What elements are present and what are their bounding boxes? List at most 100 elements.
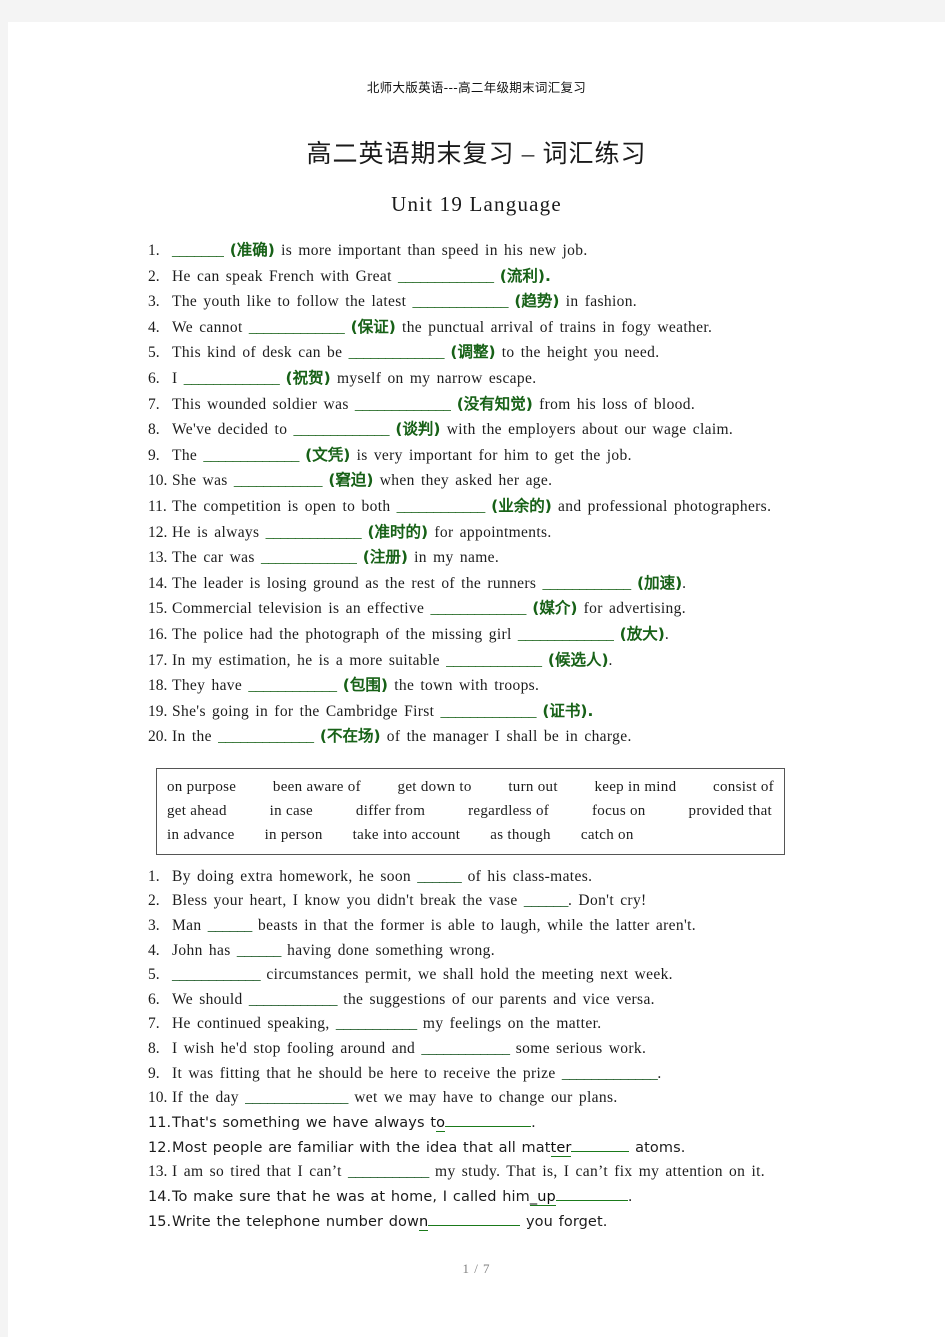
answer-blank[interactable]: _____________ <box>218 728 314 745</box>
item-text: We should ____________ the suggestions o… <box>172 988 921 1013</box>
answer-blank[interactable]: ___________ <box>348 1163 429 1180</box>
phrase-bank-item[interactable]: focus on <box>592 799 646 823</box>
answer-blank[interactable]: _______ <box>172 242 224 259</box>
sentence-prefix: We cannot <box>172 318 249 336</box>
phrase-bank-item[interactable]: in person <box>265 823 323 847</box>
phrase-bank-item[interactable]: differ from <box>356 799 425 823</box>
answer-underlined-text[interactable]: n <box>418 1213 429 1231</box>
exercise-row: 9. The _____________ (文凭) is very importa… <box>148 443 921 469</box>
sentence-prefix: To make sure that he was at home, I call… <box>172 1189 530 1205</box>
answer-blank[interactable]: ______ <box>237 942 282 959</box>
sentence-suffix: . Don't cry! <box>567 892 647 910</box>
phrase-bank-item[interactable]: take into account <box>353 823 461 847</box>
exercise-row: 10. If the day ______________ wet we may … <box>148 1086 921 1111</box>
answer-blank[interactable]: _____________ <box>441 703 537 720</box>
sentence-suffix: for advertising. <box>577 600 686 618</box>
answer-blank[interactable]: _____________ <box>413 293 509 310</box>
answer-blank[interactable] <box>428 1224 521 1226</box>
item-text: He continued speaking, ___________ my fe… <box>172 1012 921 1037</box>
phrase-bank-item[interactable]: keep in mind <box>594 775 676 799</box>
item-number: 15. <box>148 600 168 618</box>
answer-blank[interactable]: ____________ <box>421 1040 510 1057</box>
answer-blank[interactable]: _____________ <box>355 396 451 413</box>
exercise-row: 20. In the _____________ (不在场) of the man… <box>148 724 921 750</box>
phrase-bank-item[interactable]: consist of <box>713 775 774 799</box>
phrase-bank-item[interactable]: catch on <box>581 823 634 847</box>
item-number: 11. <box>148 497 167 515</box>
answer-blank[interactable]: ______ <box>417 868 462 885</box>
chinese-hint: (调整) <box>450 343 496 362</box>
exercise-row: 13. I am so tired that I can’t __________… <box>148 1160 921 1185</box>
answer-blank[interactable]: _____________ <box>294 421 390 438</box>
exercise-row: 2. He can speak French with Great _______… <box>148 264 921 290</box>
answer-underlined-text[interactable]: ter <box>550 1139 572 1157</box>
answer-blank[interactable]: ____________ <box>248 677 337 694</box>
item-text: That's something we have always to . <box>172 1111 921 1136</box>
sentence-suffix: is more important than speed in his new … <box>274 242 588 259</box>
sentence-suffix: . <box>682 574 687 592</box>
chinese-hint: (放大) <box>619 624 665 643</box>
answer-blank[interactable]: _____________ <box>398 268 494 285</box>
answer-blank[interactable]: ___________ <box>336 1015 417 1032</box>
exercise-row: 10. She was ____________ (窘迫) when they a… <box>148 468 921 494</box>
answer-underlined-text[interactable]: _up <box>529 1189 556 1206</box>
answer-blank[interactable]: ____________ <box>234 472 323 489</box>
answer-blank[interactable]: ____________ <box>397 498 486 515</box>
chinese-hint: (包围) <box>342 676 388 695</box>
exercise-row: 6. We should ____________ the suggestions… <box>148 988 921 1013</box>
answer-blank[interactable]: ____________ <box>172 966 261 983</box>
phrase-bank-item[interactable]: get ahead <box>167 799 227 823</box>
answer-blank[interactable]: _____________ <box>261 549 357 566</box>
phrase-bank-item[interactable]: turn out <box>508 775 557 799</box>
item-number: 15. <box>148 1213 172 1230</box>
item-text: The leader is losing ground as the rest … <box>172 571 921 597</box>
answer-blank[interactable]: _____________ <box>184 370 280 387</box>
answer-blank[interactable]: ______ <box>208 917 253 934</box>
answer-blank[interactable]: _____________ <box>446 652 542 669</box>
sentence-prefix: It was fitting that he should be here to… <box>172 1064 562 1082</box>
answer-blank[interactable]: _____________ <box>562 1065 658 1082</box>
item-text: In my estimation, he is a more suitable … <box>172 648 921 674</box>
answer-underlined-text[interactable]: o <box>436 1114 446 1132</box>
sentence-prefix: We've decided to <box>172 421 294 439</box>
answer-blank[interactable]: ____________ <box>543 575 632 592</box>
sentence-suffix: my feelings on the matter. <box>416 1015 602 1033</box>
answer-blank[interactable]: _____________ <box>266 524 362 541</box>
phrase-bank-item[interactable]: provided that <box>689 799 772 823</box>
sentence-prefix: She was <box>172 472 234 490</box>
phrase-bank-item[interactable]: get down to <box>398 775 472 799</box>
phrase-bank-item[interactable]: on purpose <box>167 775 236 799</box>
answer-blank[interactable]: ____________ <box>249 991 338 1008</box>
answer-blank[interactable]: _____________ <box>518 626 614 643</box>
answer-blank[interactable]: ______________ <box>245 1089 348 1106</box>
sentence-prefix: I am so tired that I can’t <box>172 1163 348 1181</box>
sentence-prefix: If the day <box>172 1089 246 1107</box>
sentence-prefix: I wish he'd stop fooling around and <box>172 1040 422 1058</box>
sentence-suffix: of the manager I shall be in charge. <box>380 728 632 746</box>
phrase-bank-item[interactable]: as though <box>490 823 551 847</box>
answer-blank[interactable]: _____________ <box>430 600 526 617</box>
answer-blank[interactable]: _____________ <box>249 319 345 336</box>
answer-blank[interactable] <box>445 1125 532 1127</box>
sentence-prefix: The car was <box>172 549 261 567</box>
item-number: 14. <box>148 574 168 592</box>
phrase-bank-item[interactable]: in case <box>270 799 313 823</box>
exercise-row: 15. Commercial television is an effective… <box>148 596 921 622</box>
answer-blank[interactable]: _____________ <box>349 344 445 361</box>
exercise-row: 19. She's going in for the Cambridge Firs… <box>148 699 921 725</box>
answer-blank[interactable] <box>571 1150 630 1152</box>
phrase-bank-item[interactable]: in advance <box>167 823 235 847</box>
item-text: It was fitting that he should be here to… <box>172 1062 921 1087</box>
item-number: 1. <box>148 242 160 259</box>
exercise-row: 3. Man ______ beasts in that the former i… <box>148 914 921 939</box>
phrase-bank-item[interactable]: regardless of <box>468 799 549 823</box>
answer-blank[interactable] <box>555 1200 628 1201</box>
item-number: 7. <box>148 1015 160 1033</box>
phrase-bank-item[interactable]: been aware of <box>273 775 361 799</box>
answer-blank[interactable]: _____________ <box>203 447 299 464</box>
answer-blank[interactable]: ______ <box>524 892 569 909</box>
item-text: Most people are familiar with the idea t… <box>172 1136 921 1161</box>
exercise-row: 1. By doing extra homework, he soon _____… <box>148 865 921 890</box>
sentence-suffix: atoms. <box>629 1139 686 1156</box>
section-phrase-fill-exercises: 1. By doing extra homework, he soon _____… <box>148 865 921 1235</box>
